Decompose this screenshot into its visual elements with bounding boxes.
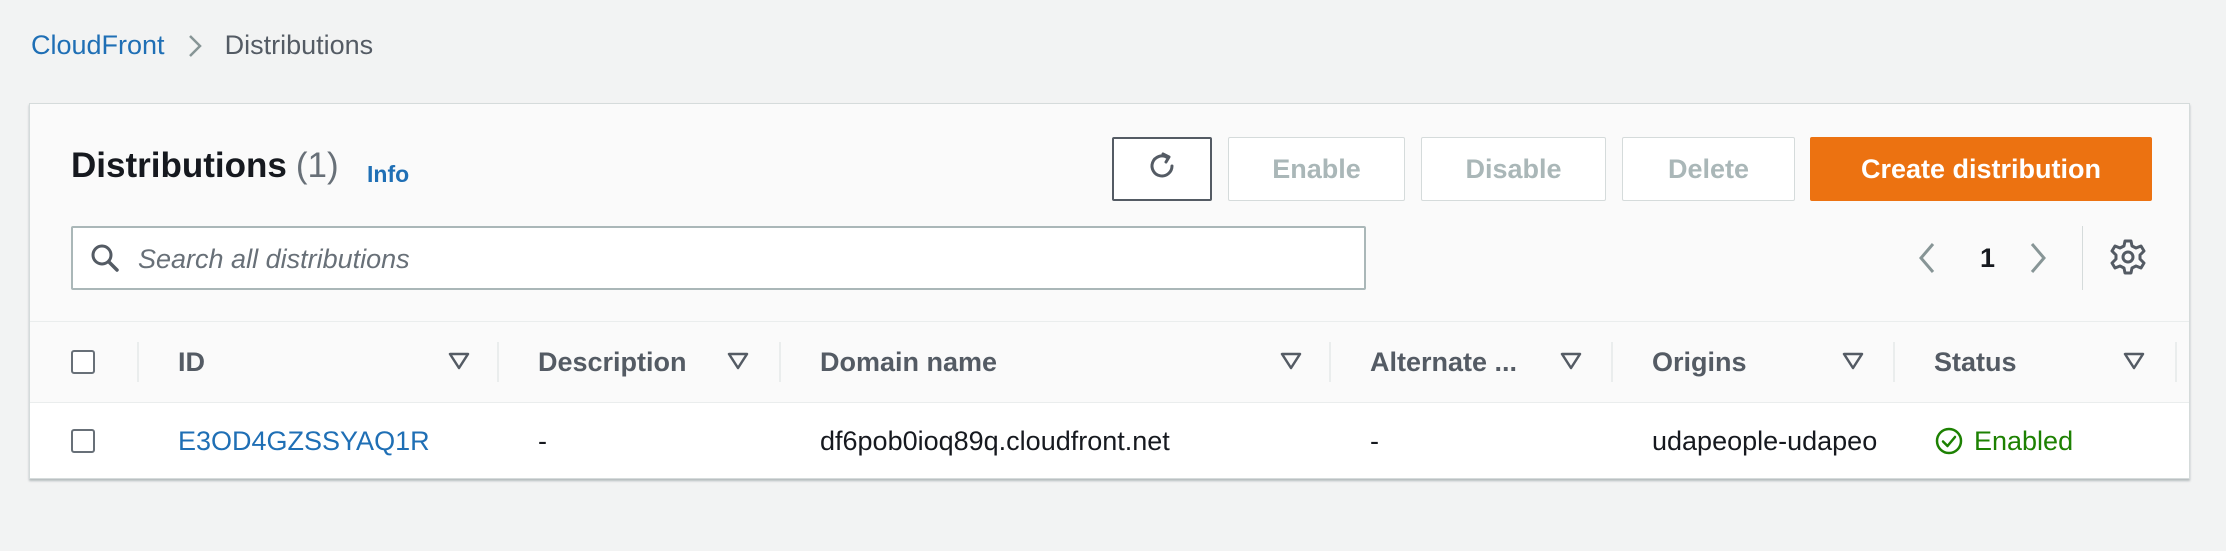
chevron-right-icon[interactable] bbox=[2026, 238, 2050, 283]
enable-button[interactable]: Enable bbox=[1228, 137, 1405, 201]
chevron-left-icon[interactable] bbox=[1915, 238, 1939, 283]
domain-name-cell: df6pob0ioq89q.cloudfront.net bbox=[820, 425, 1170, 456]
create-distribution-button[interactable]: Create distribution bbox=[1810, 137, 2152, 201]
sort-down-icon[interactable] bbox=[1280, 351, 1302, 376]
info-link[interactable]: Info bbox=[367, 161, 409, 188]
page-title-text: Distributions bbox=[71, 146, 287, 185]
column-header-alternate[interactable]: Alternate ... bbox=[1370, 322, 1517, 402]
origins-cell: udapeople-udapeo bbox=[1652, 425, 1878, 456]
search-icon bbox=[89, 242, 121, 279]
delete-button[interactable]: Delete bbox=[1622, 137, 1795, 201]
page-title: Distributions (1) bbox=[71, 146, 339, 186]
breadcrumb: CloudFront Distributions bbox=[31, 30, 373, 61]
column-header-origins[interactable]: Origins bbox=[1652, 322, 1747, 402]
distribution-id-link[interactable]: E3OD4GZSSYAQ1R bbox=[178, 403, 488, 479]
distributions-panel: Distributions (1) Info Enable Disable De… bbox=[29, 103, 2190, 479]
sort-down-icon[interactable] bbox=[448, 351, 470, 376]
sort-down-icon[interactable] bbox=[1842, 351, 1864, 376]
current-page-number[interactable]: 1 bbox=[1980, 243, 1995, 274]
select-all-checkbox[interactable] bbox=[71, 350, 95, 374]
column-header-id[interactable]: ID bbox=[178, 322, 205, 402]
gear-icon[interactable] bbox=[2108, 237, 2148, 282]
search-box bbox=[71, 226, 1366, 290]
breadcrumb-current: Distributions bbox=[224, 30, 374, 60]
pager-divider bbox=[2082, 226, 2083, 290]
column-header-domain-name[interactable]: Domain name bbox=[820, 322, 997, 402]
panel-header: Distributions (1) Info Enable Disable De… bbox=[30, 104, 2189, 322]
refresh-icon bbox=[1144, 148, 1180, 191]
status-text: Enabled bbox=[1974, 425, 2074, 456]
column-divider bbox=[1611, 342, 1613, 382]
column-divider bbox=[1893, 342, 1895, 382]
column-divider bbox=[779, 342, 781, 382]
alternate-domain-cell: - bbox=[1370, 425, 1379, 456]
breadcrumb-cloudfront-link[interactable]: CloudFront bbox=[31, 30, 165, 61]
column-divider bbox=[2175, 342, 2177, 382]
table-header: ID Description Domain name Alternate ...… bbox=[30, 322, 2189, 403]
chevron-right-icon bbox=[187, 33, 203, 59]
check-circle-icon bbox=[1934, 426, 1964, 456]
column-header-description[interactable]: Description bbox=[538, 322, 687, 402]
column-divider bbox=[497, 342, 499, 382]
search-input[interactable] bbox=[136, 238, 1340, 280]
disable-button[interactable]: Disable bbox=[1421, 137, 1606, 201]
table-row[interactable]: E3OD4GZSSYAQ1R - df6pob0ioq89q.cloudfron… bbox=[30, 403, 2189, 479]
column-divider bbox=[137, 342, 139, 382]
row-checkbox[interactable] bbox=[71, 429, 95, 453]
status-cell: Enabled bbox=[1934, 403, 2174, 479]
sort-down-icon[interactable] bbox=[727, 351, 749, 376]
description-cell: - bbox=[538, 425, 547, 456]
column-header-status[interactable]: Status bbox=[1934, 322, 2017, 402]
sort-down-icon[interactable] bbox=[2123, 351, 2145, 376]
distribution-count: (1) bbox=[295, 146, 339, 185]
column-divider bbox=[1329, 342, 1331, 382]
sort-down-icon[interactable] bbox=[1560, 351, 1582, 376]
refresh-button[interactable] bbox=[1112, 137, 1212, 201]
